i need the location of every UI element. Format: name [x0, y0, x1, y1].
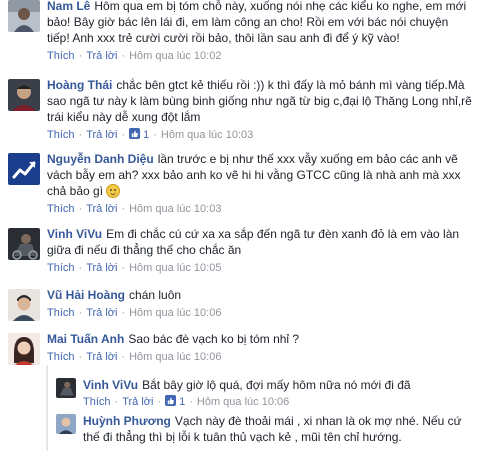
avatar[interactable] [56, 414, 76, 434]
commenter-name[interactable]: Vũ Hải Hoàng [47, 288, 125, 302]
comment-text: Em đi chắc cú cứ xa xa sắp đến ngã tư đè… [47, 227, 460, 257]
reply-link[interactable]: Trả lời [86, 129, 117, 141]
comment-text: chán luôn [129, 288, 182, 302]
like-count[interactable]: 1 [165, 395, 185, 408]
comment: Hoàng Thái chắc bên gtct kẻ thiếu rồi :))… [8, 78, 474, 142]
reply-link[interactable]: Trả lời [86, 203, 117, 215]
timestamp[interactable]: Hôm qua lúc 10:05 [129, 262, 221, 274]
timestamp[interactable]: Hôm qua lúc 10:03 [161, 129, 253, 141]
trend-up-icon [8, 153, 40, 185]
reply-link[interactable]: Trả lời [86, 50, 117, 62]
comment: Nam Lê Hôm qua em bị tóm chỗ này, xuống n… [8, 0, 474, 63]
comment: Vinh ViVu Em đi chắc cú cứ xa xa sắp đến … [8, 227, 474, 275]
comment-meta: Thích · Trả lời · Hôm qua lúc 10:03 [47, 203, 222, 215]
reply-link[interactable]: Trả lời [86, 351, 117, 363]
comment-meta: Thích · Trả lời · Hôm qua lúc 10:06 [47, 351, 222, 363]
comment: Mai Tuấn Anh Sao bác đè vạch ko bị tóm nh… [8, 332, 474, 365]
thumbs-up-icon [165, 395, 177, 406]
smile-icon [106, 184, 121, 198]
like-count[interactable]: 1 [129, 128, 149, 141]
timestamp[interactable]: Hôm qua lúc 10:06 [129, 351, 221, 363]
comment-text: Hôm qua em bị tóm chỗ này, xuống nói nhẹ… [47, 0, 467, 45]
timestamp[interactable]: Hôm qua lúc 10:02 [129, 50, 221, 62]
commenter-name[interactable]: Mai Tuấn Anh [47, 332, 124, 346]
commenter-name[interactable]: Vinh ViVu [47, 227, 102, 241]
avatar[interactable] [8, 0, 40, 32]
avatar[interactable] [8, 289, 40, 321]
thumbs-up-icon [129, 128, 141, 139]
comment-meta: Thích · Trả lời · 1 · Hôm qua lúc 10:06 [83, 395, 290, 408]
commenter-name[interactable]: Huỳnh Phương [83, 414, 171, 428]
comment: Vũ Hải Hoàng chán luôn Thích · Trả lời · Hôm … [8, 288, 474, 321]
timestamp[interactable]: Hôm qua lúc 10:03 [129, 203, 221, 215]
avatar[interactable] [56, 378, 76, 398]
like-link[interactable]: Thích [47, 50, 75, 62]
comment-meta: Thích · Trả lời · Hôm qua lúc 10:02 [47, 50, 222, 62]
commenter-name[interactable]: Hoàng Thái [47, 78, 112, 92]
reply-thread-line [46, 365, 48, 451]
reply-link[interactable]: Trả lời [86, 262, 117, 274]
like-link[interactable]: Thích [83, 396, 111, 408]
comment: Nguyễn Danh Diệu lần trước e bị như thế x… [8, 152, 474, 216]
commenter-name[interactable]: Vinh ViVu [83, 378, 138, 392]
comment-meta: Thích · Trả lời · Hôm qua lúc 10:06 [47, 307, 222, 319]
like-link[interactable]: Thích [47, 262, 75, 274]
reply-link[interactable]: Trả lời [86, 307, 117, 319]
avatar[interactable] [8, 333, 40, 365]
like-link[interactable]: Thích [47, 203, 75, 215]
comment-text: Sao bác đè vạch ko bị tóm nhỉ ? [128, 332, 300, 346]
commenter-name[interactable]: Nguyễn Danh Diệu [47, 152, 154, 166]
comment-meta: Thích · Trả lời · 1 · Hôm qua lúc 10:03 [47, 128, 254, 141]
avatar[interactable] [8, 79, 40, 111]
comment-text: Bắt bây giờ lộ quá, đợi mấy hôm nữa nó m… [142, 378, 411, 392]
commenter-name[interactable]: Nam Lê [47, 0, 90, 13]
avatar[interactable] [8, 228, 40, 260]
reply: Huỳnh Phương Vạch này đè thoải mái , xi n… [56, 414, 474, 445]
reply: Vinh ViVu Bắt bây giờ lộ quá, đợi mấy hôm… [56, 378, 474, 409]
avatar[interactable] [8, 153, 40, 185]
comment-meta: Thích · Trả lời · Hôm qua lúc 10:05 [47, 262, 222, 274]
timestamp[interactable]: Hôm qua lúc 10:06 [129, 307, 221, 319]
like-link[interactable]: Thích [47, 307, 75, 319]
like-link[interactable]: Thích [47, 129, 75, 141]
like-link[interactable]: Thích [47, 351, 75, 363]
reply-link[interactable]: Trả lời [122, 396, 153, 408]
timestamp[interactable]: Hôm qua lúc 10:06 [197, 396, 289, 408]
